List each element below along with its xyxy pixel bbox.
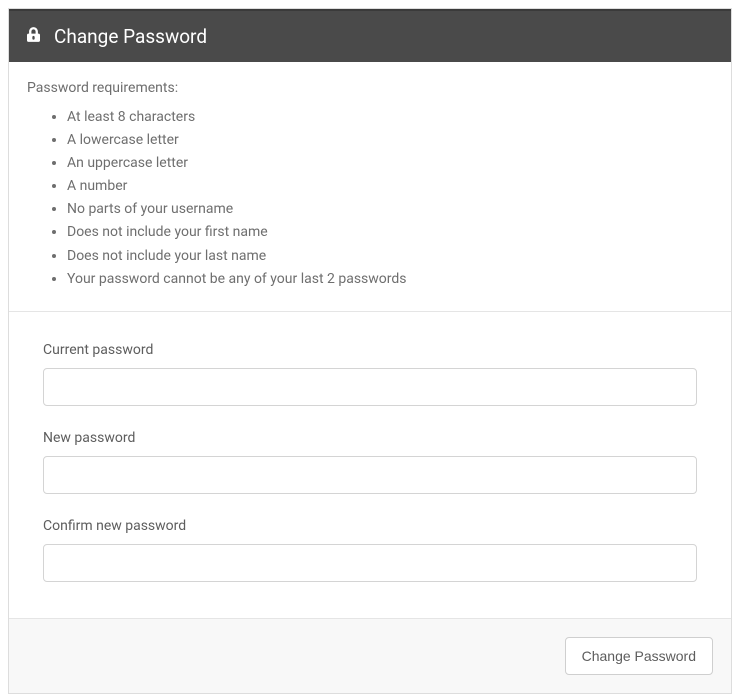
current-password-label: Current password xyxy=(43,342,697,358)
confirm-password-label: Confirm new password xyxy=(43,518,697,534)
lock-icon xyxy=(27,27,40,46)
requirements-intro: Password requirements: xyxy=(27,80,713,96)
panel-title: Change Password xyxy=(54,25,207,48)
requirement-item: A number xyxy=(67,175,713,198)
current-password-input[interactable] xyxy=(43,368,697,406)
requirement-item: Your password cannot be any of your last… xyxy=(67,268,713,291)
requirement-item: A lowercase letter xyxy=(67,129,713,152)
requirement-item: No parts of your username xyxy=(67,198,713,221)
current-password-group: Current password xyxy=(43,342,697,406)
requirements-section: Password requirements: At least 8 charac… xyxy=(9,62,731,312)
requirement-item: Does not include your first name xyxy=(67,221,713,244)
confirm-password-input[interactable] xyxy=(43,544,697,582)
requirements-list: At least 8 characters A lowercase letter… xyxy=(27,106,713,291)
form-section: Current password New password Confirm ne… xyxy=(9,312,731,619)
panel-header: Change Password xyxy=(9,9,731,62)
panel-footer: Change Password xyxy=(9,619,731,693)
change-password-panel: Change Password Password requirements: A… xyxy=(8,8,732,694)
new-password-group: New password xyxy=(43,430,697,494)
requirement-item: An uppercase letter xyxy=(67,152,713,175)
confirm-password-group: Confirm new password xyxy=(43,518,697,582)
change-password-button[interactable]: Change Password xyxy=(565,637,713,675)
requirement-item: At least 8 characters xyxy=(67,106,713,129)
new-password-input[interactable] xyxy=(43,456,697,494)
requirement-item: Does not include your last name xyxy=(67,245,713,268)
new-password-label: New password xyxy=(43,430,697,446)
